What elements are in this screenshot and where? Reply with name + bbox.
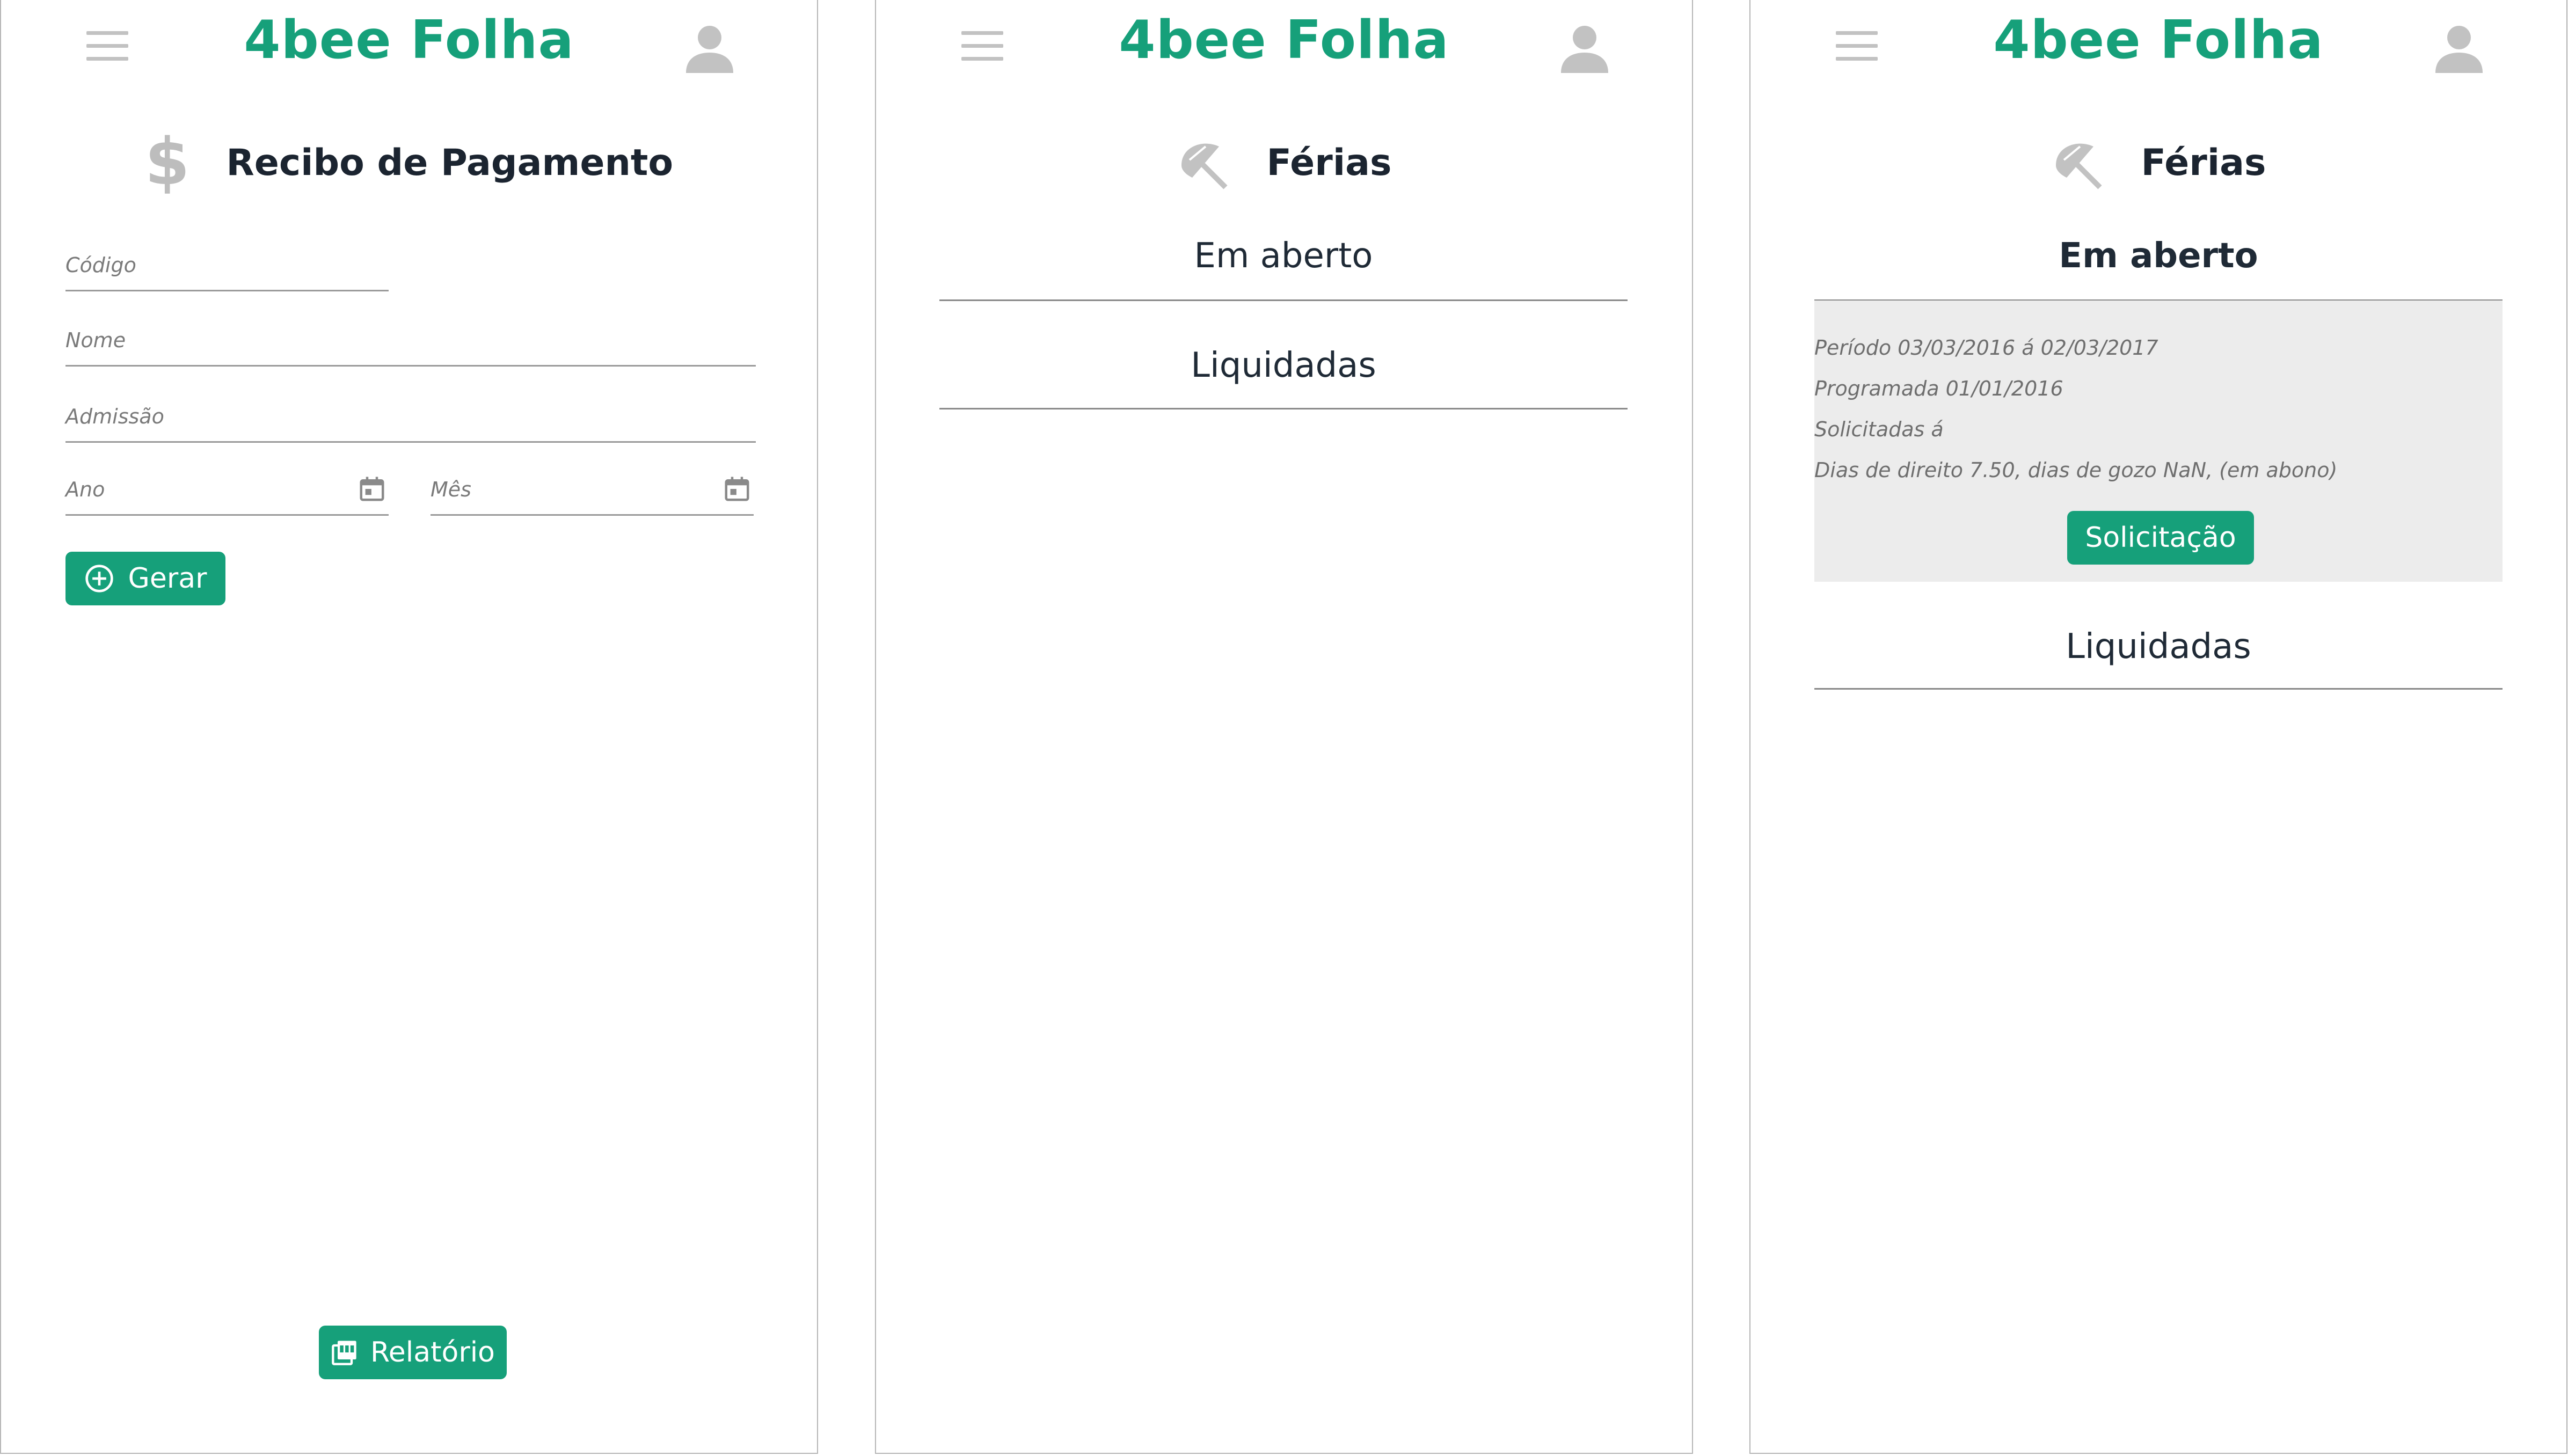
user-icon[interactable] bbox=[683, 21, 736, 75]
beach-umbrella-icon bbox=[1181, 143, 1228, 189]
section-em-aberto[interactable]: Em aberto bbox=[1814, 236, 2503, 301]
user-icon[interactable] bbox=[1558, 21, 1611, 75]
codigo-placeholder: Código bbox=[65, 253, 136, 277]
add-circle-icon bbox=[85, 565, 113, 592]
page-header: Férias bbox=[1750, 128, 2566, 197]
ferias-screen: 4bee Folha Férias Em aberto Liquidadas bbox=[875, 0, 1693, 1454]
admissao-placeholder: Admissão bbox=[65, 405, 164, 428]
section-title: Em aberto bbox=[1194, 236, 1373, 276]
page-title: Recibo de Pagamento bbox=[226, 141, 674, 184]
section-title: Liquidadas bbox=[2066, 627, 2251, 667]
solicitacao-button[interactable]: Solicitação bbox=[2067, 511, 2254, 565]
page-title: Férias bbox=[2141, 141, 2266, 184]
gerar-button[interactable]: Gerar bbox=[65, 552, 225, 605]
section-em-aberto[interactable]: Em aberto bbox=[939, 236, 1628, 301]
solicitacao-label: Solicitação bbox=[2085, 522, 2236, 554]
beach-umbrella-icon bbox=[2056, 143, 2103, 189]
ano-placeholder: Ano bbox=[65, 478, 105, 501]
nome-field[interactable]: Nome bbox=[65, 311, 756, 367]
ferias-detail-panel: Período 03/03/2016 á 02/03/2017 Programa… bbox=[1814, 301, 2503, 582]
periodo-text: Período 03/03/2016 á 02/03/2017 bbox=[1814, 336, 2158, 360]
pdf-icon bbox=[332, 1341, 356, 1365]
section-title: Em aberto bbox=[2059, 236, 2258, 276]
programada-text: Programada 01/01/2016 bbox=[1814, 377, 2063, 400]
admissao-field[interactable]: Admissão bbox=[65, 387, 756, 443]
section-title: Liquidadas bbox=[1191, 346, 1376, 385]
dias-text: Dias de direito 7.50, dias de gozo NaN, … bbox=[1814, 458, 2338, 482]
ferias-expanded-screen: 4bee Folha Férias Em aberto Período 03/0… bbox=[1749, 0, 2567, 1454]
mes-placeholder: Mês bbox=[431, 478, 471, 501]
dollar-icon: $ bbox=[144, 125, 190, 200]
calendar-icon[interactable] bbox=[723, 474, 752, 503]
calendar-icon[interactable] bbox=[358, 474, 386, 503]
page-title: Férias bbox=[1266, 141, 1392, 184]
recibo-screen: 4bee Folha $ Recibo de Pagamento Código … bbox=[0, 0, 818, 1454]
ano-field[interactable]: Ano bbox=[65, 463, 389, 516]
page-header: $ Recibo de Pagamento bbox=[1, 128, 817, 197]
section-liquidadas[interactable]: Liquidadas bbox=[939, 346, 1628, 409]
page-header: Férias bbox=[876, 128, 1692, 197]
user-icon[interactable] bbox=[2432, 21, 2486, 75]
relatorio-label: Relatório bbox=[370, 1336, 495, 1369]
codigo-field[interactable]: Código bbox=[65, 236, 389, 291]
gerar-label: Gerar bbox=[128, 562, 207, 595]
solicitadas-text: Solicitadas á bbox=[1814, 418, 1944, 441]
relatorio-button[interactable]: Relatório bbox=[319, 1326, 507, 1379]
nome-placeholder: Nome bbox=[65, 328, 126, 352]
mes-field[interactable]: Mês bbox=[431, 463, 754, 516]
section-liquidadas[interactable]: Liquidadas bbox=[1814, 627, 2503, 690]
